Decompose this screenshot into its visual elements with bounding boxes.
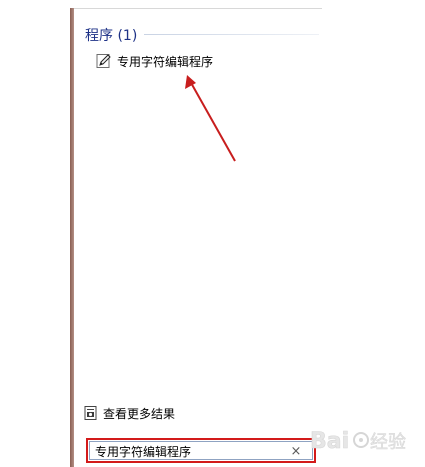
start-menu-top-border	[74, 8, 322, 9]
programs-section-heading: 程序 (1)	[85, 28, 138, 44]
program-result-item[interactable]: 专用字符编辑程序	[93, 51, 293, 71]
screenshot-stage: 程序 (1) 专用字符编辑程序 查看更多结果 × Bai 经验	[0, 0, 425, 467]
program-result-label: 专用字符编辑程序	[117, 54, 214, 69]
clear-search-button[interactable]: ×	[290, 442, 302, 461]
section-divider	[144, 34, 319, 35]
see-more-results-link[interactable]: 查看更多结果	[84, 404, 175, 422]
see-more-results-label: 查看更多结果	[103, 406, 176, 421]
see-more-results-icon	[84, 406, 97, 420]
search-box-highlight: ×	[86, 438, 316, 463]
pencil-edit-icon	[96, 54, 111, 68]
baidu-jingyan-watermark: Bai 经验	[310, 429, 407, 455]
svg-text:经验: 经验	[370, 432, 406, 453]
search-field-frame: ×	[89, 441, 313, 460]
search-input[interactable]	[95, 443, 285, 460]
start-menu-panel	[74, 8, 322, 467]
